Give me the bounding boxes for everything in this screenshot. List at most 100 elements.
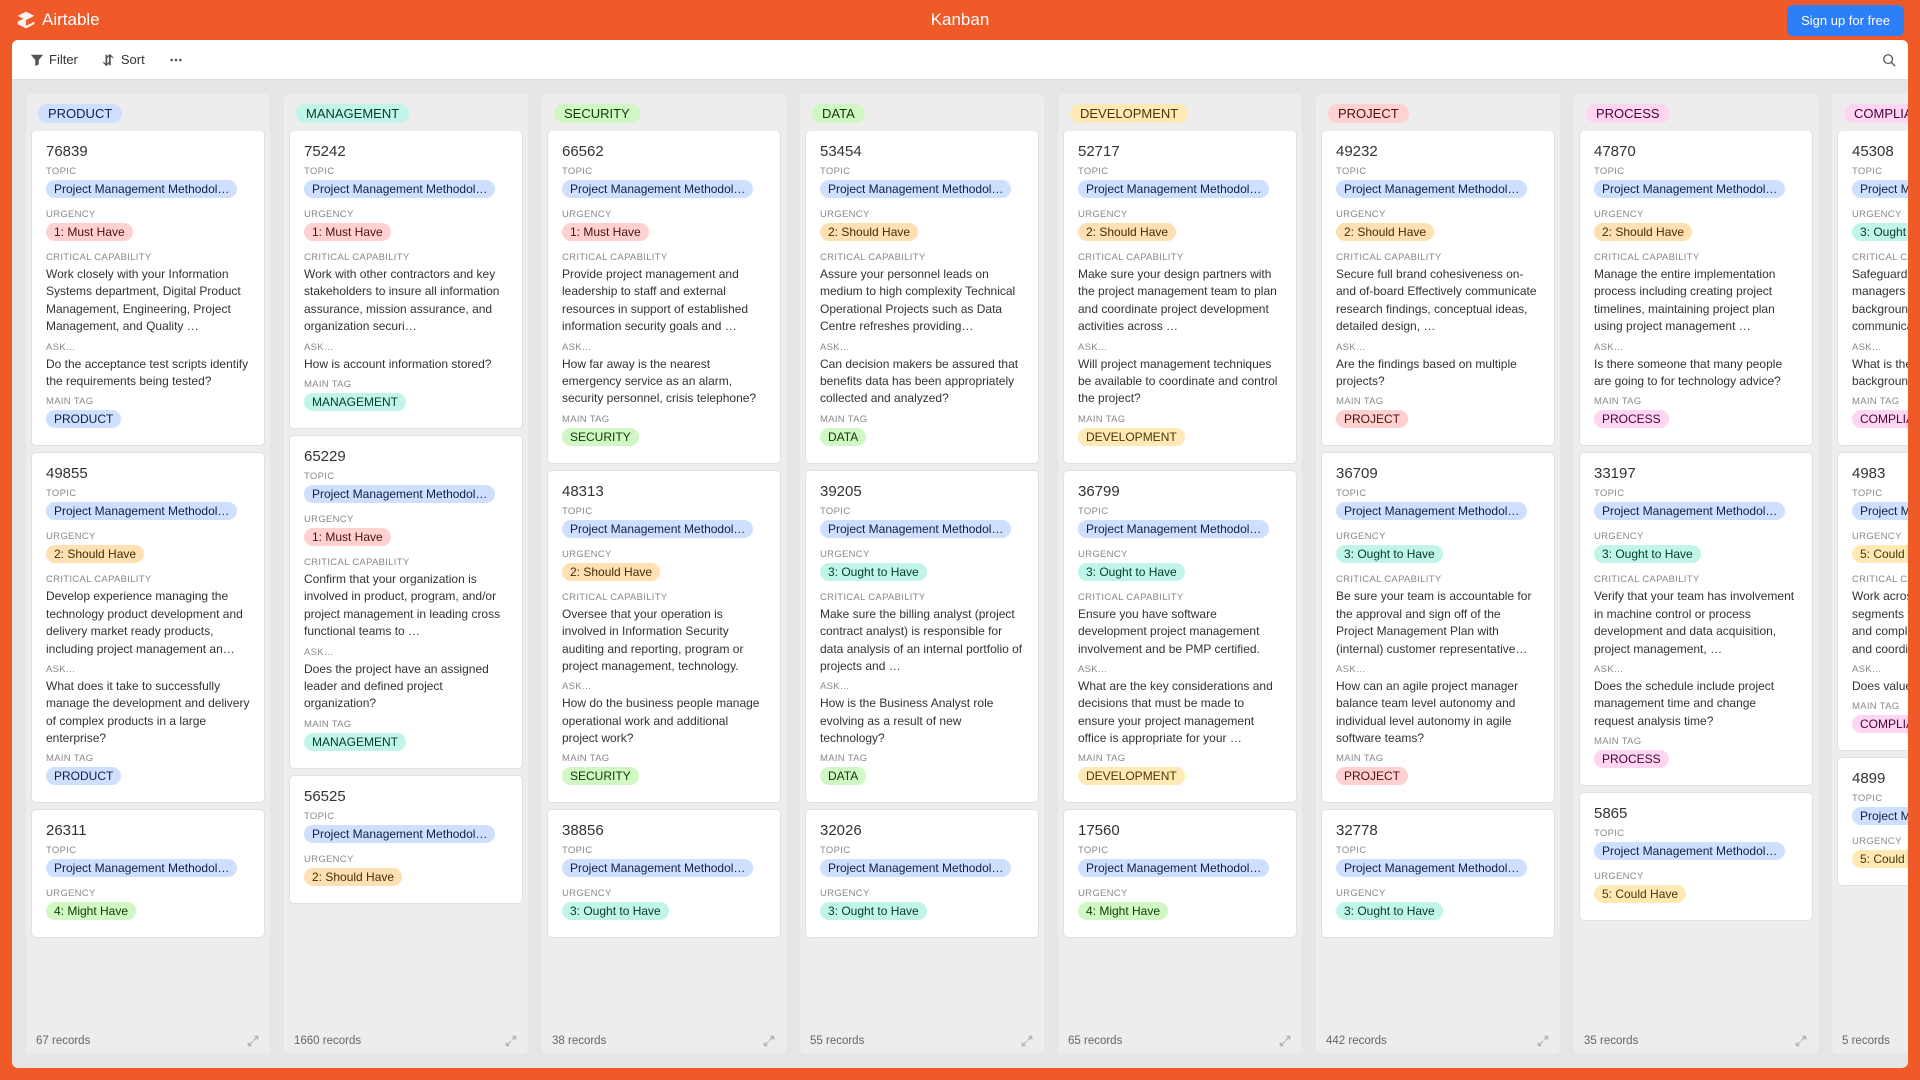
topic-pill: Project Management Methodol… [46, 502, 237, 520]
kanban-card[interactable]: 32778TOPICProject Management Methodol…UR… [1322, 810, 1554, 937]
urgency-pill: 2: Should Have [1594, 223, 1692, 241]
card-id: 17560 [1078, 822, 1282, 839]
kanban-card[interactable]: 5865TOPICProject Management Methodol…URG… [1580, 793, 1812, 920]
search-icon[interactable] [1882, 53, 1896, 67]
kanban-card[interactable]: 53454TOPICProject Management Methodol…UR… [806, 131, 1038, 463]
logo[interactable]: Airtable [16, 10, 100, 30]
expand-icon[interactable] [762, 1034, 776, 1048]
field-label-urgency: URGENCY [1078, 888, 1282, 899]
kanban-card[interactable]: 38856TOPICProject Management Methodol…UR… [548, 810, 780, 937]
kanban-card[interactable]: 39205TOPICProject Management Methodol…UR… [806, 471, 1038, 803]
column-tag[interactable]: PROCESS [1586, 104, 1670, 123]
topic-pill: Project Management Methodol… [1336, 180, 1527, 198]
critical-capability-text: Develop experience managing the technolo… [46, 588, 250, 658]
column-header: PRODUCT [26, 94, 270, 131]
field-label-critical: CRITICAL CAPABILITY [1852, 252, 1908, 263]
kanban-card[interactable]: 45308TOPICProject Management Methodol…UR… [1838, 131, 1908, 445]
ask-text: What does it take to successfully manage… [46, 678, 250, 748]
column-footer: 35 records [1574, 1028, 1818, 1054]
topic-pill: Project Management Methodol… [562, 180, 753, 198]
ask-text: What is the purpose of the project backg… [1852, 356, 1908, 391]
urgency-pill: 5: Could Have [1594, 885, 1686, 903]
kanban-card[interactable]: 48313TOPICProject Management Methodol…UR… [548, 471, 780, 803]
field-label-urgency: URGENCY [1852, 836, 1908, 847]
expand-icon[interactable] [504, 1034, 518, 1048]
kanban-card[interactable]: 49855TOPICProject Management Methodol…UR… [32, 453, 264, 802]
kanban-card[interactable]: 56525TOPICProject Management Methodol…UR… [290, 776, 522, 903]
field-label-critical: CRITICAL CAPABILITY [1852, 574, 1908, 585]
card-list[interactable]: 45308TOPICProject Management Methodol…UR… [1832, 131, 1908, 1028]
maintag-pill: PROJECT [1336, 410, 1408, 428]
critical-capability-text: Verify that your team has involvement in… [1594, 588, 1798, 658]
kanban-card[interactable]: 66562TOPICProject Management Methodol…UR… [548, 131, 780, 463]
column-tag[interactable]: DEVELOPMENT [1070, 104, 1188, 123]
kanban-card[interactable]: 36709TOPICProject Management Methodol…UR… [1322, 453, 1554, 802]
card-list[interactable]: 66562TOPICProject Management Methodol…UR… [542, 131, 786, 1028]
card-list[interactable]: 49232TOPICProject Management Methodol…UR… [1316, 131, 1560, 1028]
column-tag[interactable]: SECURITY [554, 104, 640, 123]
expand-icon[interactable] [1020, 1034, 1034, 1048]
topic-pill: Project Management Methodol… [1078, 520, 1269, 538]
card-list[interactable]: 47870TOPICProject Management Methodol…UR… [1574, 131, 1818, 1028]
critical-capability-text: Be sure your team is accountable for the… [1336, 588, 1540, 658]
expand-icon[interactable] [246, 1034, 260, 1048]
column-tag[interactable]: COMPLIANCE [1844, 104, 1908, 123]
card-id: 32026 [820, 822, 1024, 839]
field-label-urgency: URGENCY [1078, 549, 1282, 560]
card-id: 4983 [1852, 465, 1908, 482]
kanban-column: PROJECT49232TOPICProject Management Meth… [1316, 94, 1560, 1054]
kanban-card[interactable]: 4899TOPICProject Management Methodol…URG… [1838, 758, 1908, 885]
more-button[interactable] [163, 49, 189, 71]
kanban-card[interactable]: 76839TOPICProject Management Methodol…UR… [32, 131, 264, 445]
card-id: 65229 [304, 448, 508, 465]
field-label-ask: ASK… [1078, 664, 1282, 675]
field-label-maintag: MAIN TAG [46, 396, 250, 407]
expand-icon[interactable] [1536, 1034, 1550, 1048]
column-header: MANAGEMENT [284, 94, 528, 131]
field-label-ask: ASK… [820, 681, 1024, 692]
column-tag[interactable]: DATA [812, 104, 865, 123]
card-list[interactable]: 52717TOPICProject Management Methodol…UR… [1058, 131, 1302, 1028]
kanban-card[interactable]: 26311TOPICProject Management Methodol…UR… [32, 810, 264, 937]
kanban-card[interactable]: 17560TOPICProject Management Methodol…UR… [1064, 810, 1296, 937]
topic-pill: Project Management Methodol… [304, 825, 495, 843]
kanban-card[interactable]: 33197TOPICProject Management Methodol…UR… [1580, 453, 1812, 785]
card-id: 48313 [562, 483, 766, 500]
field-label-urgency: URGENCY [1336, 531, 1540, 542]
kanban-card[interactable]: 47870TOPICProject Management Methodol…UR… [1580, 131, 1812, 445]
kanban-card[interactable]: 75242TOPICProject Management Methodol…UR… [290, 131, 522, 428]
ask-text: How far away is the nearest emergency se… [562, 356, 766, 408]
column-tag[interactable]: PROJECT [1328, 104, 1409, 123]
maintag-pill: DATA [820, 767, 866, 785]
kanban-card[interactable]: 49232TOPICProject Management Methodol…UR… [1322, 131, 1554, 445]
kanban-card[interactable]: 36799TOPICProject Management Methodol…UR… [1064, 471, 1296, 803]
filter-button[interactable]: Filter [24, 48, 84, 71]
card-list[interactable]: 75242TOPICProject Management Methodol…UR… [284, 131, 528, 1028]
expand-icon[interactable] [1278, 1034, 1292, 1048]
field-label-ask: ASK… [304, 647, 508, 658]
maintag-pill: DEVELOPMENT [1078, 428, 1185, 446]
record-count: 5 records [1842, 1035, 1890, 1047]
field-label-topic: TOPIC [1078, 166, 1282, 177]
kanban-card[interactable]: 4983TOPICProject Management Methodol…URG… [1838, 453, 1908, 750]
sort-button[interactable]: Sort [96, 48, 151, 71]
field-label-critical: CRITICAL CAPABILITY [304, 252, 508, 263]
card-list[interactable]: 76839TOPICProject Management Methodol…UR… [26, 131, 270, 1028]
column-tag[interactable]: MANAGEMENT [296, 104, 409, 123]
kanban-card[interactable]: 52717TOPICProject Management Methodol…UR… [1064, 131, 1296, 463]
record-count: 35 records [1584, 1035, 1638, 1047]
ask-text: Are the findings based on multiple proje… [1336, 356, 1540, 391]
topic-pill: Project Management Methodol… [820, 520, 1011, 538]
filter-label: Filter [49, 52, 78, 67]
field-label-urgency: URGENCY [562, 549, 766, 560]
kanban-card[interactable]: 65229TOPICProject Management Methodol…UR… [290, 436, 522, 768]
workspace: Filter Sort PRODUCT 76839TOPICProject Man… [12, 40, 1908, 1068]
card-list[interactable]: 53454TOPICProject Management Methodol…UR… [800, 131, 1044, 1028]
kanban-card[interactable]: 32026TOPICProject Management Methodol…UR… [806, 810, 1038, 937]
critical-capability-text: Work with other contractors and key stak… [304, 266, 508, 336]
field-label-maintag: MAIN TAG [1594, 396, 1798, 407]
signup-button[interactable]: Sign up for free [1787, 5, 1904, 36]
column-tag[interactable]: PRODUCT [38, 104, 122, 123]
expand-icon[interactable] [1794, 1034, 1808, 1048]
kanban-board[interactable]: PRODUCT 76839TOPICProject Management Meth… [12, 80, 1908, 1068]
